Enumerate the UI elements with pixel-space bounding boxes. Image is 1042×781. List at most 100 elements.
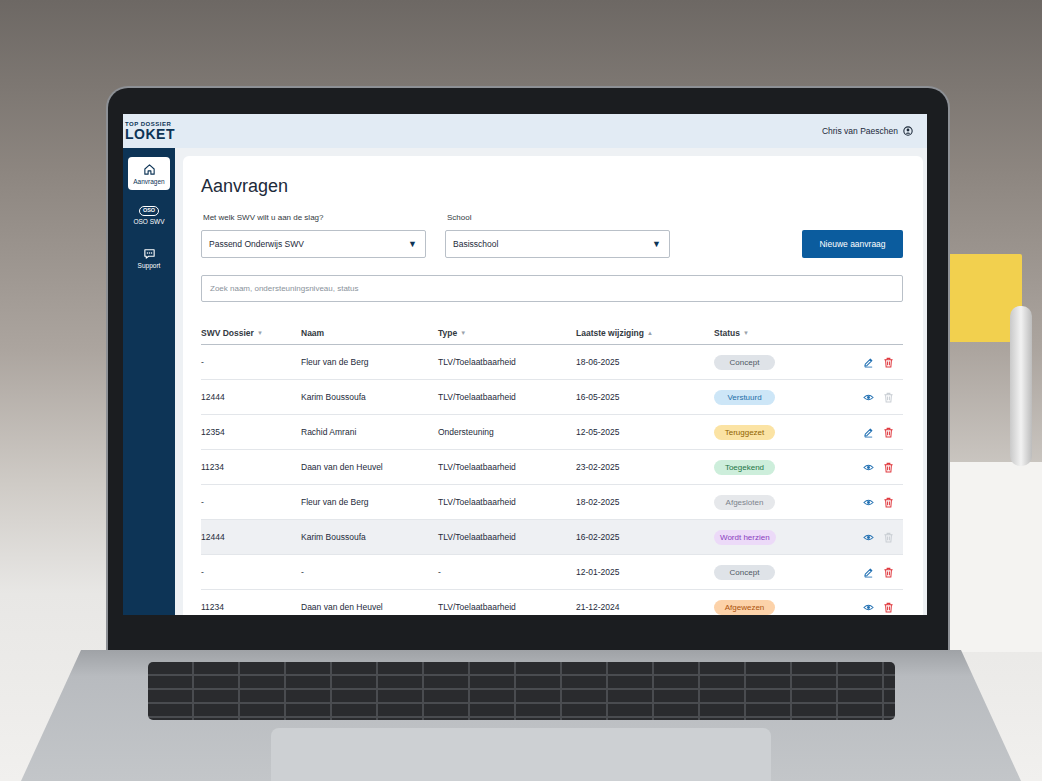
cup [944, 462, 1042, 652]
table-row[interactable]: 12444Karim BoussoufaTLV/Toelaatbaarheid1… [201, 520, 903, 555]
column-header[interactable]: Naam [301, 328, 438, 338]
column-header[interactable]: Laatste wijziging▲ [576, 328, 714, 338]
filter-label: School [447, 212, 670, 224]
dropdown-arrow-icon: ▼ [652, 239, 661, 249]
table-header: SWV Dossier▼NaamType▼Laatste wijziging▲S… [201, 322, 903, 345]
type-cell: TLV/Toelaatbaarheid [438, 392, 576, 402]
sidebar: Aanvragen OSOOSO SWV Support [123, 148, 175, 615]
sort-icon: ▼ [743, 330, 749, 336]
dossier-cell: 12354 [201, 427, 301, 437]
new-request-button[interactable]: Nieuwe aanvraag [802, 230, 903, 258]
column-label: SWV Dossier [201, 328, 254, 338]
date-cell: 21-12-2024 [576, 602, 714, 612]
status-cell: Concept [714, 355, 853, 370]
filter-label: Met welk SWV wilt u aan de slag? [203, 212, 426, 224]
sidebar-item[interactable]: Support [128, 241, 170, 274]
status-badge: Afgewezen [714, 600, 775, 615]
status-badge: Concept [714, 565, 775, 580]
name-cell: Karim Boussoufa [301, 532, 438, 542]
search-placeholder: Zoek naam, ondersteuningsniveau, status [210, 284, 359, 293]
search-field[interactable]: Zoek naam, ondersteuningsniveau, status [201, 275, 903, 302]
pen [1010, 306, 1032, 466]
eye-icon[interactable] [863, 532, 874, 543]
trash-icon[interactable] [883, 567, 894, 578]
select[interactable]: Basisschool▼ [445, 230, 670, 258]
actions-cell [853, 532, 903, 543]
column-label: Type [438, 328, 457, 338]
status-badge: Concept [714, 355, 775, 370]
actions-cell [853, 357, 903, 368]
status-badge: Wordt herzien [714, 530, 776, 545]
logo[interactable]: TOP DOSSIERLOKET [125, 121, 175, 141]
column-header[interactable]: Status▼ [714, 328, 853, 338]
requests-card: AanvragenMet welk SWV wilt u aan de slag… [183, 156, 923, 615]
table-row[interactable]: 11234Daan van den HeuvelTLV/Toelaatbaarh… [201, 590, 903, 615]
trash-icon[interactable] [883, 602, 894, 613]
actions-cell [853, 567, 903, 578]
trash-icon [883, 392, 894, 403]
actions-cell [853, 602, 903, 613]
sidebar-label: Aanvragen [133, 178, 164, 185]
name-cell: Fleur van de Berg [301, 357, 438, 367]
select-value: Passend Onderwijs SWV [209, 239, 304, 249]
actions-cell [853, 497, 903, 508]
sort-icon: ▼ [257, 330, 263, 336]
trash-icon[interactable] [883, 497, 894, 508]
table-row[interactable]: -Fleur van de BergTLV/Toelaatbaarheid18-… [201, 345, 903, 380]
sort-icon: ▲ [647, 330, 653, 336]
top-bar: TOP DOSSIERLOKET Chris van Paeschen [123, 114, 927, 148]
name-cell: - [301, 567, 438, 577]
status-badge: Toegekend [714, 460, 775, 475]
name-cell: Fleur van de Berg [301, 497, 438, 507]
laptop-deck [21, 650, 1021, 781]
filter-field: School Basisschool▼ [445, 212, 670, 258]
name-cell: Daan van den Heuvel [301, 462, 438, 472]
eye-icon[interactable] [863, 392, 874, 403]
requests-table: SWV Dossier▼NaamType▼Laatste wijziging▲S… [201, 322, 903, 615]
dossier-cell: - [201, 567, 301, 577]
pencil-icon[interactable] [863, 567, 874, 578]
date-cell: 12-05-2025 [576, 427, 714, 437]
laptop-lid: TOP DOSSIERLOKET Chris van Paeschen Aanvra… [108, 88, 948, 650]
pencil-icon[interactable] [863, 427, 874, 438]
column-label: Naam [301, 328, 324, 338]
date-cell: 23-02-2025 [576, 462, 714, 472]
table-row[interactable]: ---12-01-2025Concept [201, 555, 903, 590]
eye-icon[interactable] [863, 497, 874, 508]
column-header[interactable]: SWV Dossier▼ [201, 328, 301, 338]
user-menu[interactable]: Chris van Paeschen [822, 126, 913, 136]
main-area: AanvragenMet welk SWV wilt u aan de slag… [175, 148, 927, 615]
logo-name: LOKET [125, 127, 175, 141]
table-row[interactable]: 12354Rachid AmraniOndersteuning12-05-202… [201, 415, 903, 450]
trash-icon[interactable] [883, 357, 894, 368]
date-cell: 16-02-2025 [576, 532, 714, 542]
dossier-cell: 11234 [201, 462, 301, 472]
trash-icon [883, 532, 894, 543]
status-cell: Teruggezet [714, 425, 853, 440]
eye-icon[interactable] [863, 602, 874, 613]
trash-icon[interactable] [883, 462, 894, 473]
dossier-cell: 12444 [201, 532, 301, 542]
keyboard [148, 662, 895, 720]
type-cell: TLV/Toelaatbaarheid [438, 532, 576, 542]
table-row[interactable]: 11234Daan van den HeuvelTLV/Toelaatbaarh… [201, 450, 903, 485]
dossier-cell: - [201, 497, 301, 507]
sidebar-item[interactable]: Aanvragen [128, 157, 170, 190]
select[interactable]: Passend Onderwijs SWV▼ [201, 230, 426, 258]
actions-cell [853, 462, 903, 473]
table-row[interactable]: -Fleur van de BergTLV/Toelaatbaarheid18-… [201, 485, 903, 520]
status-cell: Verstuurd [714, 390, 853, 405]
column-header[interactable]: Type▼ [438, 328, 576, 338]
sidebar-item[interactable]: OSOOSO SWV [128, 199, 170, 232]
trash-icon[interactable] [883, 427, 894, 438]
eye-icon[interactable] [863, 462, 874, 473]
laptop-base [0, 650, 1042, 781]
date-cell: 18-02-2025 [576, 497, 714, 507]
home-icon [143, 163, 156, 176]
actions-cell [853, 392, 903, 403]
status-cell: Concept [714, 565, 853, 580]
pencil-icon[interactable] [863, 357, 874, 368]
name-cell: Karim Boussoufa [301, 392, 438, 402]
trackpad [271, 728, 771, 781]
table-row[interactable]: 12444Karim BoussoufaTLV/Toelaatbaarheid1… [201, 380, 903, 415]
